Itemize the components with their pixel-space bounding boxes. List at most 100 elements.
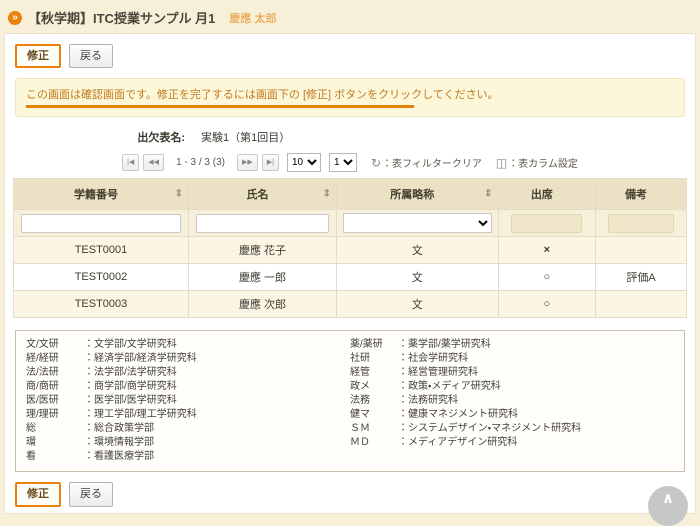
legend-desc: ：政策・メディア研究科 — [398, 380, 501, 394]
legend-desc: ：医学部/医学研究科 — [84, 394, 177, 408]
legend-item: 社研 ：社会学研究科 — [350, 352, 674, 366]
user-name-link[interactable]: 慶應 太郎 — [229, 10, 276, 26]
legend-item: 健マ ：健康マネジメント研究科 — [350, 408, 674, 422]
col-header-label: 所属略称 — [390, 189, 434, 201]
legend-desc: ：法学部/法学研究科 — [84, 366, 177, 380]
back-button-top[interactable]: 戻る — [69, 44, 113, 68]
legend-abbr: 政メ — [350, 380, 398, 394]
cell-name: 慶應 花子 — [188, 237, 336, 264]
pager-last-button[interactable]: ▶| — [262, 154, 279, 171]
sort-icon[interactable]: ⇕ — [484, 189, 492, 200]
table-row[interactable]: TEST0002 慶應 一郎 文 ○ 評価A — [14, 264, 687, 291]
cell-attendance: × — [498, 237, 596, 264]
table-header-row: 学籍番号 ⇕ 氏名 ⇕ 所属略称 ⇕ 出席 備考 — [14, 179, 687, 210]
legend-item: ＭＤ ：メディアデザイン研究科 — [350, 436, 674, 450]
name-filter-input[interactable] — [196, 214, 329, 233]
col-header-attendance: 出席 — [498, 179, 596, 210]
attendance-sheet-label: 出欠表名: — [13, 129, 185, 145]
table-row[interactable]: TEST0001 慶應 花子 文 × — [14, 237, 687, 264]
legend-desc: ：看護医療学部 — [84, 450, 154, 464]
legend-desc: ：システムデザイン・マネジメント研究科 — [398, 422, 581, 436]
table-columns-icon: ◫ — [496, 156, 507, 170]
table-row[interactable]: TEST0003 慶應 次郎 文 ○ — [14, 291, 687, 318]
modify-button-bottom[interactable]: 修正 — [15, 482, 61, 506]
legend-desc: ：社会学研究科 — [398, 352, 468, 366]
filter-clear-tool[interactable]: ↻ ：表フィルタークリア — [371, 155, 482, 170]
legend-abbr: 看 — [26, 450, 84, 464]
note-filter-cell — [596, 210, 687, 237]
note-filter-input — [608, 214, 674, 233]
page-header: » 【秋学期】ITC授業サンプル 月1 慶應 太郎 — [0, 0, 700, 33]
col-header-name[interactable]: 氏名 ⇕ — [188, 179, 336, 210]
col-header-label: 出席 — [531, 189, 553, 201]
cell-attendance: ○ — [498, 291, 596, 318]
legend-desc: ：文学部/文学研究科 — [84, 338, 177, 352]
col-header-student-id[interactable]: 学籍番号 ⇕ — [14, 179, 189, 210]
dept-filter-select[interactable] — [343, 213, 492, 233]
notice-underline — [26, 105, 414, 108]
page-size-select[interactable]: 10 — [287, 153, 321, 172]
legend-item: 総 ：総合政策学部 — [26, 422, 350, 436]
legend-desc: ：健康マネジメント研究科 — [398, 408, 518, 422]
legend-desc: ：総合政策学部 — [84, 422, 154, 436]
refresh-icon: ↻ — [371, 156, 381, 170]
table-filter-row — [14, 210, 687, 237]
legend-desc: ：経済学部/経済学研究科 — [84, 352, 197, 366]
legend-abbr: 理/理研 — [26, 408, 84, 422]
legend-item: 環 ：環境情報学部 — [26, 436, 350, 450]
col-header-label: 備考 — [625, 189, 647, 201]
attendance-sheet-row: 出欠表名: 実験1（第1回目） — [13, 129, 687, 145]
legend-item: 文/文研 ：文学部/文学研究科 — [26, 338, 350, 352]
col-header-label: 学籍番号 — [74, 189, 118, 201]
cell-name: 慶應 次郎 — [188, 291, 336, 318]
sort-icon[interactable]: ⇕ — [323, 189, 331, 200]
filter-clear-label: ：表フィルタークリア — [382, 155, 482, 170]
legend-desc: ：経営管理研究科 — [398, 366, 478, 380]
notice-box: この画面は確認画面です。修正を完了するには画面下の [修正] ボタンをクリックし… — [15, 78, 685, 117]
name-filter-cell — [188, 210, 336, 237]
pager-prev-button[interactable]: ◀◀ — [143, 154, 164, 171]
page-title: 【秋学期】ITC授業サンプル 月1 — [28, 8, 215, 27]
legend-abbr: 環 — [26, 436, 84, 450]
legend-abbr: 商/商研 — [26, 380, 84, 394]
cell-student-id: TEST0003 — [14, 291, 189, 318]
student-id-filter-cell — [14, 210, 189, 237]
legend-abbr: 法/法研 — [26, 366, 84, 380]
pager-first-button[interactable]: |◀ — [122, 154, 139, 171]
breadcrumb-chevron-icon: » — [8, 11, 22, 25]
column-config-tool[interactable]: ◫ ：表カラム設定 — [496, 155, 578, 170]
legend-abbr: 文/文研 — [26, 338, 84, 352]
scroll-top-button[interactable]: ∧ — [648, 486, 688, 526]
sort-icon[interactable]: ⇕ — [175, 189, 183, 200]
legend-desc: ：薬学部/薬学研究科 — [398, 338, 491, 352]
cell-note — [596, 291, 687, 318]
legend-left-column: 文/文研 ：文学部/文学研究科 経/経研 ：経済学部/経済学研究科 法/法研 ：… — [26, 338, 350, 464]
cell-attendance: ○ — [498, 264, 596, 291]
modify-button-top[interactable]: 修正 — [15, 44, 61, 68]
legend-item: 経/経研 ：経済学部/経済学研究科 — [26, 352, 350, 366]
cell-dept: 文 — [337, 237, 499, 264]
legend-item: 商/商研 ：商学部/商学研究科 — [26, 380, 350, 394]
legend-desc: ：メディアデザイン研究科 — [398, 436, 517, 450]
legend-abbr: 法務 — [350, 394, 398, 408]
page-number-select[interactable]: 1 — [329, 153, 357, 172]
cell-name: 慶應 一郎 — [188, 264, 336, 291]
attendance-filter-cell — [498, 210, 596, 237]
legend-desc: ：理工学部/理工学研究科 — [84, 408, 197, 422]
col-header-label: 氏名 — [246, 189, 268, 201]
student-id-filter-input[interactable] — [21, 214, 180, 233]
legend-abbr: 社研 — [350, 352, 398, 366]
back-button-bottom[interactable]: 戻る — [69, 482, 113, 506]
legend-item: 政メ ：政策・メディア研究科 — [350, 380, 674, 394]
dept-filter-cell — [337, 210, 499, 237]
legend-abbr: ＳＭ — [350, 422, 398, 436]
legend-item: 理/理研 ：理工学部/理工学研究科 — [26, 408, 350, 422]
legend-desc: ：商学部/商学研究科 — [84, 380, 177, 394]
cell-dept: 文 — [337, 291, 499, 318]
legend-item: ＳＭ ：システムデザイン・マネジメント研究科 — [350, 422, 674, 436]
col-header-dept[interactable]: 所属略称 ⇕ — [337, 179, 499, 210]
cell-dept: 文 — [337, 264, 499, 291]
pager-next-button[interactable]: ▶▶ — [237, 154, 258, 171]
legend-item: 法務 ：法務研究科 — [350, 394, 674, 408]
legend-item: 法/法研 ：法学部/法学研究科 — [26, 366, 350, 380]
